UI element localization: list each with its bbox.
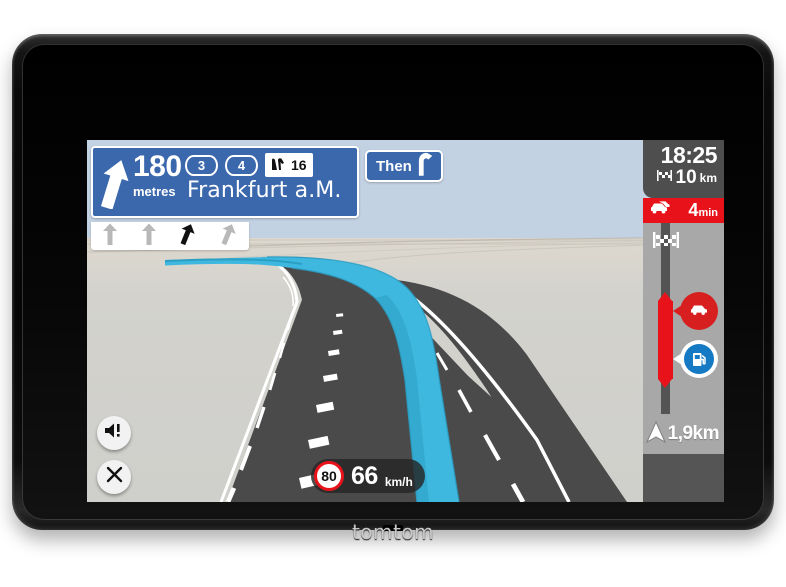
traffic-delay-value: 4 xyxy=(688,200,699,220)
lane-badge-group: 3 4 16 xyxy=(185,153,313,177)
lane-straight-arrow-icon xyxy=(102,223,118,250)
turn-instruction-panel[interactable]: 180 metres 3 4 16 Frankfurt a.M. xyxy=(91,146,359,218)
gps-device-frame: tomtom 180 metres 3 4 16 Frankfurt a.M. … xyxy=(12,34,774,544)
remaining-distance-value: 10 xyxy=(675,167,697,189)
speed-limit-sign: 80 xyxy=(314,461,344,491)
turn-arrow-container: 180 metres xyxy=(93,148,182,216)
status-column: 18:25 10 km 4min 1,9km xyxy=(643,140,724,502)
distance-to-turn: 180 metres xyxy=(133,150,182,199)
lane-badge: 3 xyxy=(185,154,218,176)
street-name-label: Frankfurt a.M. xyxy=(187,178,342,203)
instruction-details: 3 4 16 Frankfurt a.M. xyxy=(179,148,357,216)
exit-number: 16 xyxy=(291,157,307,173)
remaining-distance-panel: 1,9km xyxy=(643,414,724,454)
speaker-alert-icon xyxy=(104,422,124,444)
close-button[interactable] xyxy=(97,460,131,494)
lane-guidance-strip xyxy=(91,222,249,250)
fuel-pump-icon xyxy=(684,344,714,374)
brand-logo: tomtom xyxy=(351,520,435,544)
remaining-distance-row: 10 km xyxy=(647,168,717,187)
sound-alert-button[interactable] xyxy=(97,416,131,450)
route-traffic-segment xyxy=(658,292,673,388)
distance-value: 180 xyxy=(133,150,182,183)
then-instruction-panel[interactable]: Then xyxy=(365,150,443,182)
route-fuel-station-pin[interactable] xyxy=(673,339,719,379)
lane-badge: 4 xyxy=(225,154,258,176)
traffic-delay-panel[interactable]: 4min xyxy=(643,198,724,223)
lane-slight-right-arrow-icon-active xyxy=(179,223,197,250)
eta-panel[interactable]: 18:25 10 km xyxy=(643,140,724,198)
traffic-jam-car-icon xyxy=(689,302,710,322)
route-traffic-incident-pin[interactable] xyxy=(673,291,719,331)
navigation-chevron-icon xyxy=(645,420,666,448)
then-label: Then xyxy=(376,157,412,175)
main-menu-button[interactable] xyxy=(643,454,724,502)
remaining-distance-text: 1,9km xyxy=(667,423,720,444)
remaining-distance-unit: km xyxy=(699,170,717,185)
turn-slight-left-arrow-icon xyxy=(416,152,433,181)
navigation-screen[interactable]: 180 metres 3 4 16 Frankfurt a.M. Then 80… xyxy=(87,140,724,502)
distance-unit: metres xyxy=(133,184,176,199)
traffic-jam-car-icon xyxy=(647,200,671,221)
destination-flag-icon xyxy=(651,231,681,254)
lane-straight-arrow-icon xyxy=(141,223,157,250)
motorway-exit-badge: 16 xyxy=(265,153,313,177)
speed-panel: 80 66 km/h xyxy=(311,459,425,493)
lane-slight-right-arrow-icon xyxy=(220,223,238,250)
turn-slight-right-arrow-icon xyxy=(99,157,129,214)
motorway-exit-icon xyxy=(271,157,286,174)
checkered-flag-icon xyxy=(656,169,673,187)
traffic-delay-unit: min xyxy=(698,207,718,219)
close-x-icon xyxy=(106,466,123,488)
current-speed-value: 66 xyxy=(351,461,378,490)
speed-unit-label: km/h xyxy=(384,475,413,489)
arrival-time: 18:25 xyxy=(660,142,718,168)
